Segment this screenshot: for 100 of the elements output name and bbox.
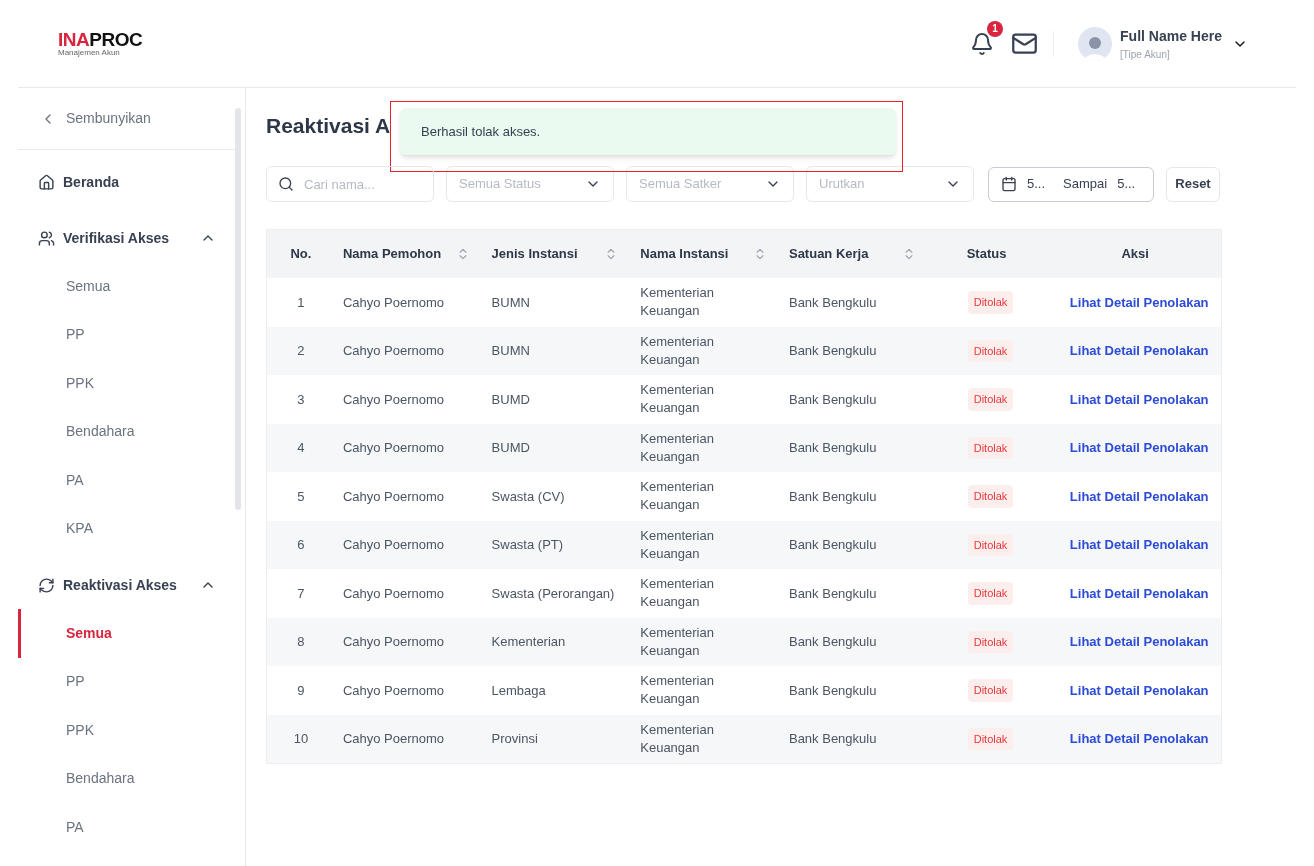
sidebar-subitem[interactable]: Bendahara (18, 407, 236, 456)
table-cell-text: 2 (297, 342, 305, 360)
detail-link[interactable]: Lihat Detail Penolakan (1069, 535, 1209, 555)
table-cell-text: Kementerian Keuangan (640, 720, 715, 757)
table-cell-text: Provinsi (491, 730, 538, 748)
search-icon (278, 176, 294, 192)
sidebar-subitem[interactable]: PP (18, 310, 236, 359)
sidebar-subitem[interactable]: Semua (18, 609, 236, 658)
table-cell-text: Kementerian Keuangan (640, 575, 715, 612)
table-cell-text: Cahyo Poernomo (342, 487, 445, 506)
table-cell-text: Kementerian Keuangan (640, 623, 715, 660)
sidebar-item[interactable]: Reaktivasi Akses (18, 561, 236, 609)
table-cell-text: Kementerian Keuangan (640, 478, 715, 515)
collapse-sidebar-button[interactable]: Sembunyikan (18, 88, 236, 150)
column-header: Aksi (1121, 245, 1149, 264)
scrollbar-thumb[interactable] (235, 108, 241, 510)
table-cell-text: Kementerian (491, 633, 566, 651)
status-badge: Ditolak (967, 727, 1014, 750)
page-title: Reaktivasi A (266, 113, 391, 139)
sidebar-subitem[interactable]: PA (18, 803, 236, 852)
table-cell-text: BUMN (491, 342, 530, 360)
detail-link[interactable]: Lihat Detail Penolakan (1069, 632, 1209, 652)
detail-link[interactable]: Lihat Detail Penolakan (1069, 438, 1209, 458)
bell-icon (970, 31, 995, 56)
status-badge: Ditolak (967, 485, 1014, 508)
sidebar-subitem[interactable]: PA (18, 456, 236, 505)
table-cell-text: Cahyo Poernomo (342, 342, 445, 360)
sidebar-subitem[interactable]: Semua (18, 262, 236, 311)
sidebar-item[interactable]: Beranda (18, 158, 236, 206)
table-cell-text: Kementerian Keuangan (640, 332, 715, 369)
table-cell-text: Kementerian Keuangan (640, 526, 715, 563)
table-cell-text: Swasta (CV) (491, 487, 565, 506)
sidebar-subitem[interactable]: PPK (18, 706, 236, 755)
column-header: No. (290, 245, 312, 264)
column-header: Status (966, 245, 1007, 264)
home-icon (38, 173, 55, 191)
refresh-icon (38, 576, 55, 594)
status-badge: Ditolak (967, 630, 1014, 653)
status-badge: Ditolak (967, 436, 1014, 459)
detail-link[interactable]: Lihat Detail Penolakan (1069, 341, 1209, 361)
table-cell-text: Cahyo Poernomo (342, 390, 445, 409)
table-cell-text: 8 (297, 633, 305, 651)
detail-link[interactable]: Lihat Detail Penolakan (1069, 389, 1209, 409)
sidebar-item[interactable]: Verifikasi Akses (18, 214, 236, 262)
column-header: Jenis Instansi (491, 245, 579, 264)
table-cell-text: Cahyo Poernomo (342, 730, 445, 748)
table-cell-text: Kementerian Keuangan (640, 284, 715, 321)
sidebar-subitem[interactable]: KPA (18, 504, 236, 553)
table-cell-text: Kementerian Keuangan (640, 672, 715, 709)
column-header: Nama Pemohon (342, 245, 443, 264)
status-badge: Ditolak (967, 582, 1014, 605)
calendar-icon (1001, 176, 1017, 192)
status-badge: Ditolak (967, 679, 1014, 702)
status-badge: Ditolak (967, 388, 1014, 411)
table-cell-text: Lembaga (491, 681, 546, 700)
table-cell-text: Cahyo Poernomo (342, 633, 445, 651)
table-cell-text: 9 (297, 681, 305, 700)
date-range-field[interactable]: 5... Sampai 5... (988, 166, 1154, 202)
table-cell-text: 5 (297, 487, 305, 506)
status-badge: Ditolak (967, 291, 1014, 314)
logo: INAPROC Manajemen Akun (58, 30, 143, 57)
table-cell-text: Bank Bengkulu (788, 487, 877, 506)
column-header: Nama Instansi (640, 245, 730, 264)
table-cell-text: Cahyo Poernomo (342, 584, 445, 603)
table-cell-text: Bank Bengkulu (788, 681, 877, 700)
table-cell-text: 7 (297, 584, 305, 603)
reset-button[interactable]: Reset (1166, 166, 1220, 202)
success-toast: Berhasil tolak akses. (400, 108, 896, 155)
table-cell-text: Bank Bengkulu (788, 342, 877, 360)
detail-link[interactable]: Lihat Detail Penolakan (1069, 680, 1209, 700)
notification-badge: 1 (987, 20, 1004, 37)
table-cell-text: Cahyo Poernomo (342, 439, 445, 457)
table-cell-text: Kementerian Keuangan (640, 429, 715, 466)
column-header: Satuan Kerja (788, 245, 870, 264)
users-icon (38, 229, 55, 247)
detail-link[interactable]: Lihat Detail Penolakan (1069, 486, 1209, 506)
detail-link[interactable]: Lihat Detail Penolakan (1069, 729, 1209, 749)
table-cell-text: 3 (297, 390, 305, 409)
table-cell-text: Bank Bengkulu (788, 390, 877, 409)
table-cell-text: Bank Bengkulu (788, 633, 877, 651)
mail-icon (1010, 30, 1038, 57)
table-cell-text: BUMD (491, 439, 530, 457)
table-cell-text: Bank Bengkulu (788, 584, 877, 603)
table-cell-text: 1 (297, 293, 305, 312)
status-badge: Ditolak (967, 339, 1014, 362)
search-field[interactable]: Cari nama... (266, 166, 434, 202)
detail-link[interactable]: Lihat Detail Penolakan (1069, 292, 1209, 312)
table-cell-text: Bank Bengkulu (788, 439, 877, 457)
table-cell-text: 10 (293, 730, 309, 748)
sidebar-subitem[interactable]: PP (18, 657, 236, 706)
sidebar-subitem[interactable]: PPK (18, 359, 236, 408)
detail-link[interactable]: Lihat Detail Penolakan (1069, 583, 1209, 603)
table-cell-text: 4 (297, 439, 305, 457)
table-cell-text: BUMD (491, 390, 530, 409)
table-cell-text: 6 (297, 536, 305, 554)
table-cell-text: BUMN (491, 293, 530, 312)
table-cell-text: Cahyo Poernomo (342, 681, 445, 700)
user-name: Full Name Here (1120, 26, 1222, 46)
sidebar-subitem[interactable]: Bendahara (18, 754, 236, 803)
table-cell-text: Cahyo Poernomo (342, 293, 445, 312)
